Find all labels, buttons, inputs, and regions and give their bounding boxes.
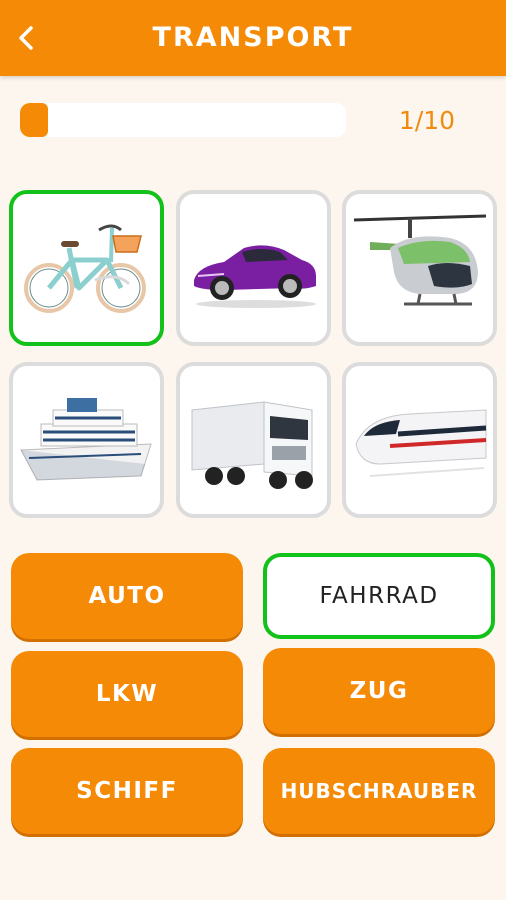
page-title: TRANSPORT <box>152 22 354 53</box>
cruise-ship-image <box>19 398 152 481</box>
helicopter-image <box>353 214 486 306</box>
progress-bar <box>20 103 346 137</box>
image-tile-truck[interactable] <box>176 362 331 518</box>
high-speed-train-image <box>354 409 486 477</box>
progress-fill <box>20 103 48 137</box>
image-tile-ship[interactable] <box>9 362 164 518</box>
answer-button-hubschrauber[interactable]: HUBSCHRAUBER <box>263 748 495 834</box>
image-tile-helicopter[interactable] <box>342 190 497 346</box>
image-tile-train[interactable] <box>342 362 497 518</box>
sports-car-image <box>193 245 316 308</box>
app-header: TRANSPORT <box>0 0 506 76</box>
truck-image <box>191 401 313 489</box>
answer-button-auto[interactable]: AUTO <box>11 553 243 639</box>
answer-button-lkw[interactable]: LKW <box>11 651 243 737</box>
answer-button-zug[interactable]: ZUG <box>263 648 495 734</box>
progress-counter: 1/10 <box>398 106 456 135</box>
answer-button-fahrrad[interactable]: FAHRRAD <box>263 553 495 639</box>
answer-button-schiff[interactable]: SCHIFF <box>11 748 243 834</box>
image-tile-car[interactable] <box>176 190 331 346</box>
image-tile-bicycle[interactable] <box>9 190 164 346</box>
bicycle-image <box>23 224 146 313</box>
